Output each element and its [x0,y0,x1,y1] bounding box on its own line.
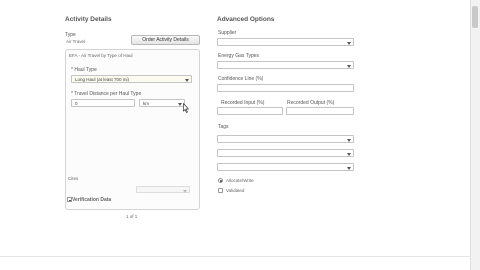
chevron-down-icon [347,166,351,170]
verification-data-label[interactable]: Verification Data [72,197,111,203]
chevron-down-icon [347,138,351,142]
tags-label: Tags [218,124,229,130]
tags-select-1[interactable] [217,135,354,143]
allocate-radio[interactable] [218,178,223,183]
confidence-line-label: Confidence Line (%) [218,76,264,82]
haul-type-select[interactable]: Long Haul (at least 700 mi) [71,75,192,83]
chevron-down-icon [347,152,351,156]
mouse-cursor-icon [183,103,189,113]
scrollbar-thumb[interactable] [472,6,478,28]
supplier-select[interactable] [217,38,354,46]
chevron-down-icon [183,189,187,193]
cites-select[interactable] [136,186,190,193]
confidence-line-input[interactable] [217,84,354,92]
recorded-input-field[interactable] [217,107,283,115]
distance-input[interactable]: 0 [71,99,135,107]
cites-label: Cites [68,176,79,181]
distance-value: 0 [75,101,78,106]
distance-label: * Travel Distance per Haul Type [71,91,142,97]
energy-gas-types-label: Energy Gas Types [218,53,260,59]
vertical-scrollbar[interactable] [470,0,480,270]
type-label: Type [65,32,76,38]
supplier-label: Supplier [218,30,237,36]
unit-value: km [143,101,149,106]
haul-type-label: * Haul Type [71,67,97,73]
chevron-down-icon [347,41,351,45]
validated-label: Validated [226,188,245,193]
energy-gas-types-select[interactable] [217,61,354,69]
recorded-input-label: Recorded Input (%) [221,100,265,106]
haul-type-value: Long Haul (at least 700 mi) [75,77,130,82]
order-activity-details-button[interactable]: Order Activity Details [131,35,200,45]
activity-details-heading: Activity Details [65,16,112,23]
tags-select-3[interactable] [217,163,354,171]
type-value: Air Travel [66,39,86,44]
bottom-divider [0,256,470,257]
tags-select-2[interactable] [217,149,354,157]
panel-title: EFA - Air Travel by Type of Haul [69,53,133,58]
validated-checkbox[interactable] [218,188,223,193]
recorded-output-field[interactable] [286,107,354,115]
chevron-down-icon [178,102,182,106]
advanced-options-heading: Advanced Options [217,16,275,23]
recorded-output-label: Recorded Output (%) [287,100,335,106]
unit-select[interactable]: km [139,99,185,107]
chevron-down-icon [185,78,189,82]
chevron-down-icon [347,64,351,68]
allocate-label: Allocate/Write [226,178,254,183]
pagination-text: 1 of 1 [126,214,138,219]
